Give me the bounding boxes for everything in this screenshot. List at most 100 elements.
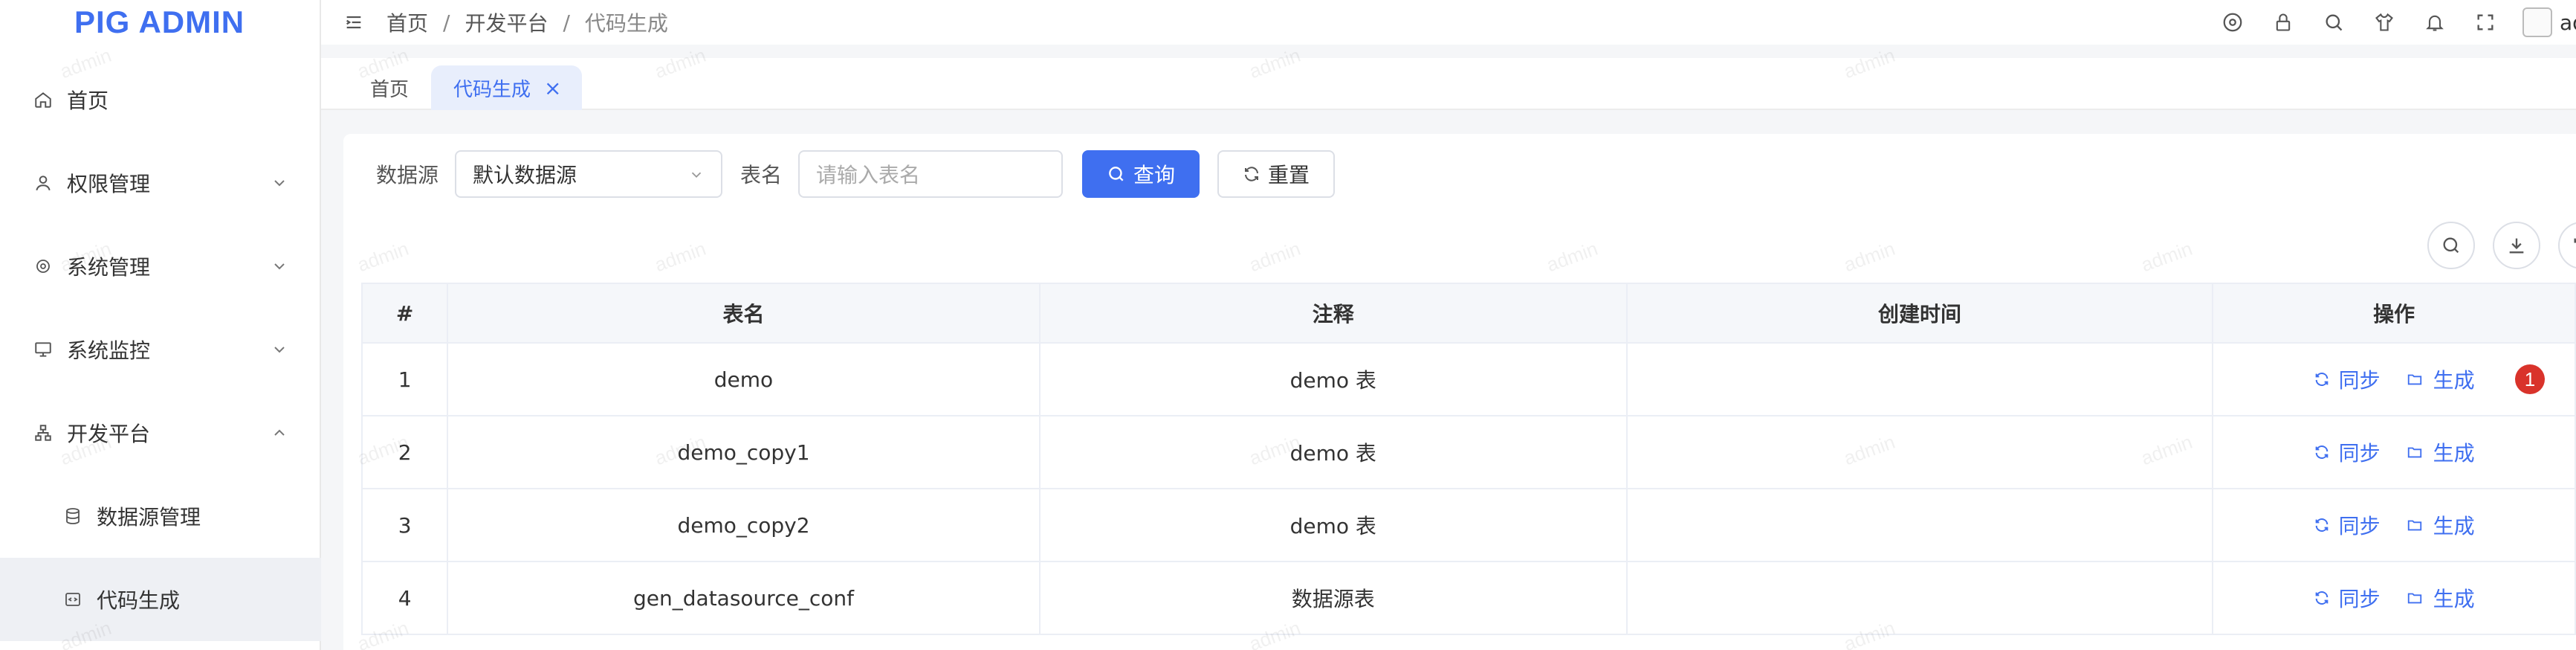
cell-index: 4 [360,561,449,635]
table-row: 1 demo demo 表 同步 生成 [360,342,2576,416]
generate-label: 生成 [2433,587,2475,611]
sidebar-item-home[interactable]: 首页 [0,58,321,141]
tab-label: 首页 [370,78,410,101]
toggle-search-button[interactable] [2427,222,2475,269]
sidebar: PIG ADMIN 首页 权限管理 系统管理 系统监控 开发平台 数据源管理 代… [0,0,321,650]
gear-icon [33,256,54,277]
sidebar-item-devplatform[interactable]: 开发平台 [0,391,321,474]
bell-icon[interactable] [2421,9,2448,36]
cell-name: demo [447,342,1041,416]
monitor-icon [33,339,54,360]
code-icon [62,589,83,610]
cell-name: demo_copy2 [447,488,1041,562]
generate-button[interactable]: 生成 [2405,583,2475,613]
tab-home[interactable]: 首页 [370,65,409,110]
chevron-down-icon [274,263,285,270]
menu-fold-icon[interactable] [343,12,364,33]
avatar[interactable] [2522,7,2552,37]
chevron-down-icon [691,172,702,178]
breadcrumb: 首页 / 开发平台 / 代码生成 [386,7,668,37]
sidebar-item-system[interactable]: 系统管理 [0,225,321,308]
generate-button[interactable]: 生成 [2405,364,2475,394]
cell-created [1625,561,2214,635]
cell-created [1625,342,2214,416]
table-name-input[interactable]: 请输入表名 [798,150,1064,198]
query-button-label: 查询 [1133,163,1176,187]
breadcrumb-item-current: 代码生成 [584,11,668,36]
sync-label: 同步 [2338,587,2381,611]
top-header: 首页 / 开发平台 / 代码生成 admin [321,0,2576,45]
generate-button[interactable]: 生成 [2405,510,2475,540]
column-header-name: 表名 [447,283,1041,344]
folder-icon [2407,374,2421,385]
column-header-actions: 操作 [2212,283,2576,344]
sidebar-item-label: 系统管理 [67,255,151,280]
search-icon[interactable] [2320,9,2347,36]
lock-icon[interactable] [2270,9,2297,36]
cell-comment: 数据源表 [1038,561,1628,635]
cell-index: 2 [360,415,449,489]
generate-label: 生成 [2433,368,2475,393]
breadcrumb-item-home[interactable]: 首页 [386,7,428,37]
cell-actions: 同步 生成 [2212,561,2576,635]
sync-label: 同步 [2338,441,2381,466]
refresh-icon [2574,238,2576,243]
cell-index: 1 [360,342,449,416]
sidebar-item-label: 数据源管理 [97,505,201,530]
refresh-button[interactable] [2558,222,2576,269]
sync-button[interactable]: 同步 [2314,510,2381,540]
close-icon[interactable]: × [544,76,561,100]
cell-created [1625,488,2214,562]
cell-name: demo_copy1 [447,415,1041,489]
header-tools: admin [2219,0,2576,45]
generate-label: 生成 [2433,441,2475,466]
chevron-down-icon [274,347,285,353]
chevron-up-icon [274,429,285,436]
sync-button[interactable]: 同步 [2314,437,2381,467]
fullscreen-icon[interactable] [2472,9,2499,36]
query-button[interactable]: 查询 [1082,150,1200,198]
cell-actions: 同步 生成 [2212,415,2576,489]
sync-icon [2315,373,2328,386]
theme-shirt-icon[interactable] [2371,9,2398,36]
sync-label: 同步 [2338,514,2381,538]
datasource-select[interactable]: 默认数据源 [455,150,723,198]
table-row: 2 demo_copy1 demo 表 同步 生成 [360,415,2576,489]
refresh-icon [1245,167,1259,181]
user-name[interactable]: admin [2560,10,2576,35]
user-icon [33,173,54,193]
sync-icon [2315,591,2328,605]
step-badge: 1 [2515,364,2545,394]
reset-button-label: 重置 [1268,163,1310,187]
table-name-placeholder: 请输入表名 [816,163,921,187]
table-header-row: # 表名 注释 创建时间 操作 [360,283,2576,344]
cell-comment: demo 表 [1038,342,1628,416]
cell-created [1625,415,2214,489]
reset-button[interactable]: 重置 [1217,150,1336,198]
column-header-created: 创建时间 [1625,283,2214,344]
sync-button[interactable]: 同步 [2314,583,2381,613]
sidebar-item-monitor[interactable]: 系统监控 [0,308,321,391]
sidebar-item-codegen[interactable]: 代码生成 [0,558,321,641]
export-button[interactable] [2493,222,2540,269]
chevron-down-icon [274,180,285,187]
folder-icon [2407,593,2421,604]
cell-actions: 同步 生成 [2212,488,2576,562]
datasource-value: 默认数据源 [473,163,577,187]
breadcrumb-item-devplatform[interactable]: 开发平台 [465,7,548,37]
cell-comment: demo 表 [1038,488,1628,562]
home-icon [33,89,54,110]
tab-codegen[interactable]: 代码生成 × [431,65,583,110]
sidebar-item-permission[interactable]: 权限管理 [0,141,321,225]
table-row: 4 gen_datasource_conf 数据源表 同步 生成 [360,561,2576,635]
table-toolbar [2410,222,2576,269]
sidebar-item-label: 开发平台 [67,422,151,446]
sidebar-item-datasource[interactable]: 数据源管理 [0,474,321,558]
locale-icon[interactable] [2219,9,2246,36]
generate-button[interactable]: 生成 [2405,437,2475,467]
sidebar-item-label: 系统监控 [67,338,151,363]
codegen-table: # 表名 注释 创建时间 操作 1 demo demo 表 同步 生成 2 de… [360,283,2576,635]
breadcrumb-separator: / [443,10,450,35]
table-row: 3 demo_copy2 demo 表 同步 生成 [360,488,2576,562]
sync-button[interactable]: 同步 [2314,364,2381,394]
